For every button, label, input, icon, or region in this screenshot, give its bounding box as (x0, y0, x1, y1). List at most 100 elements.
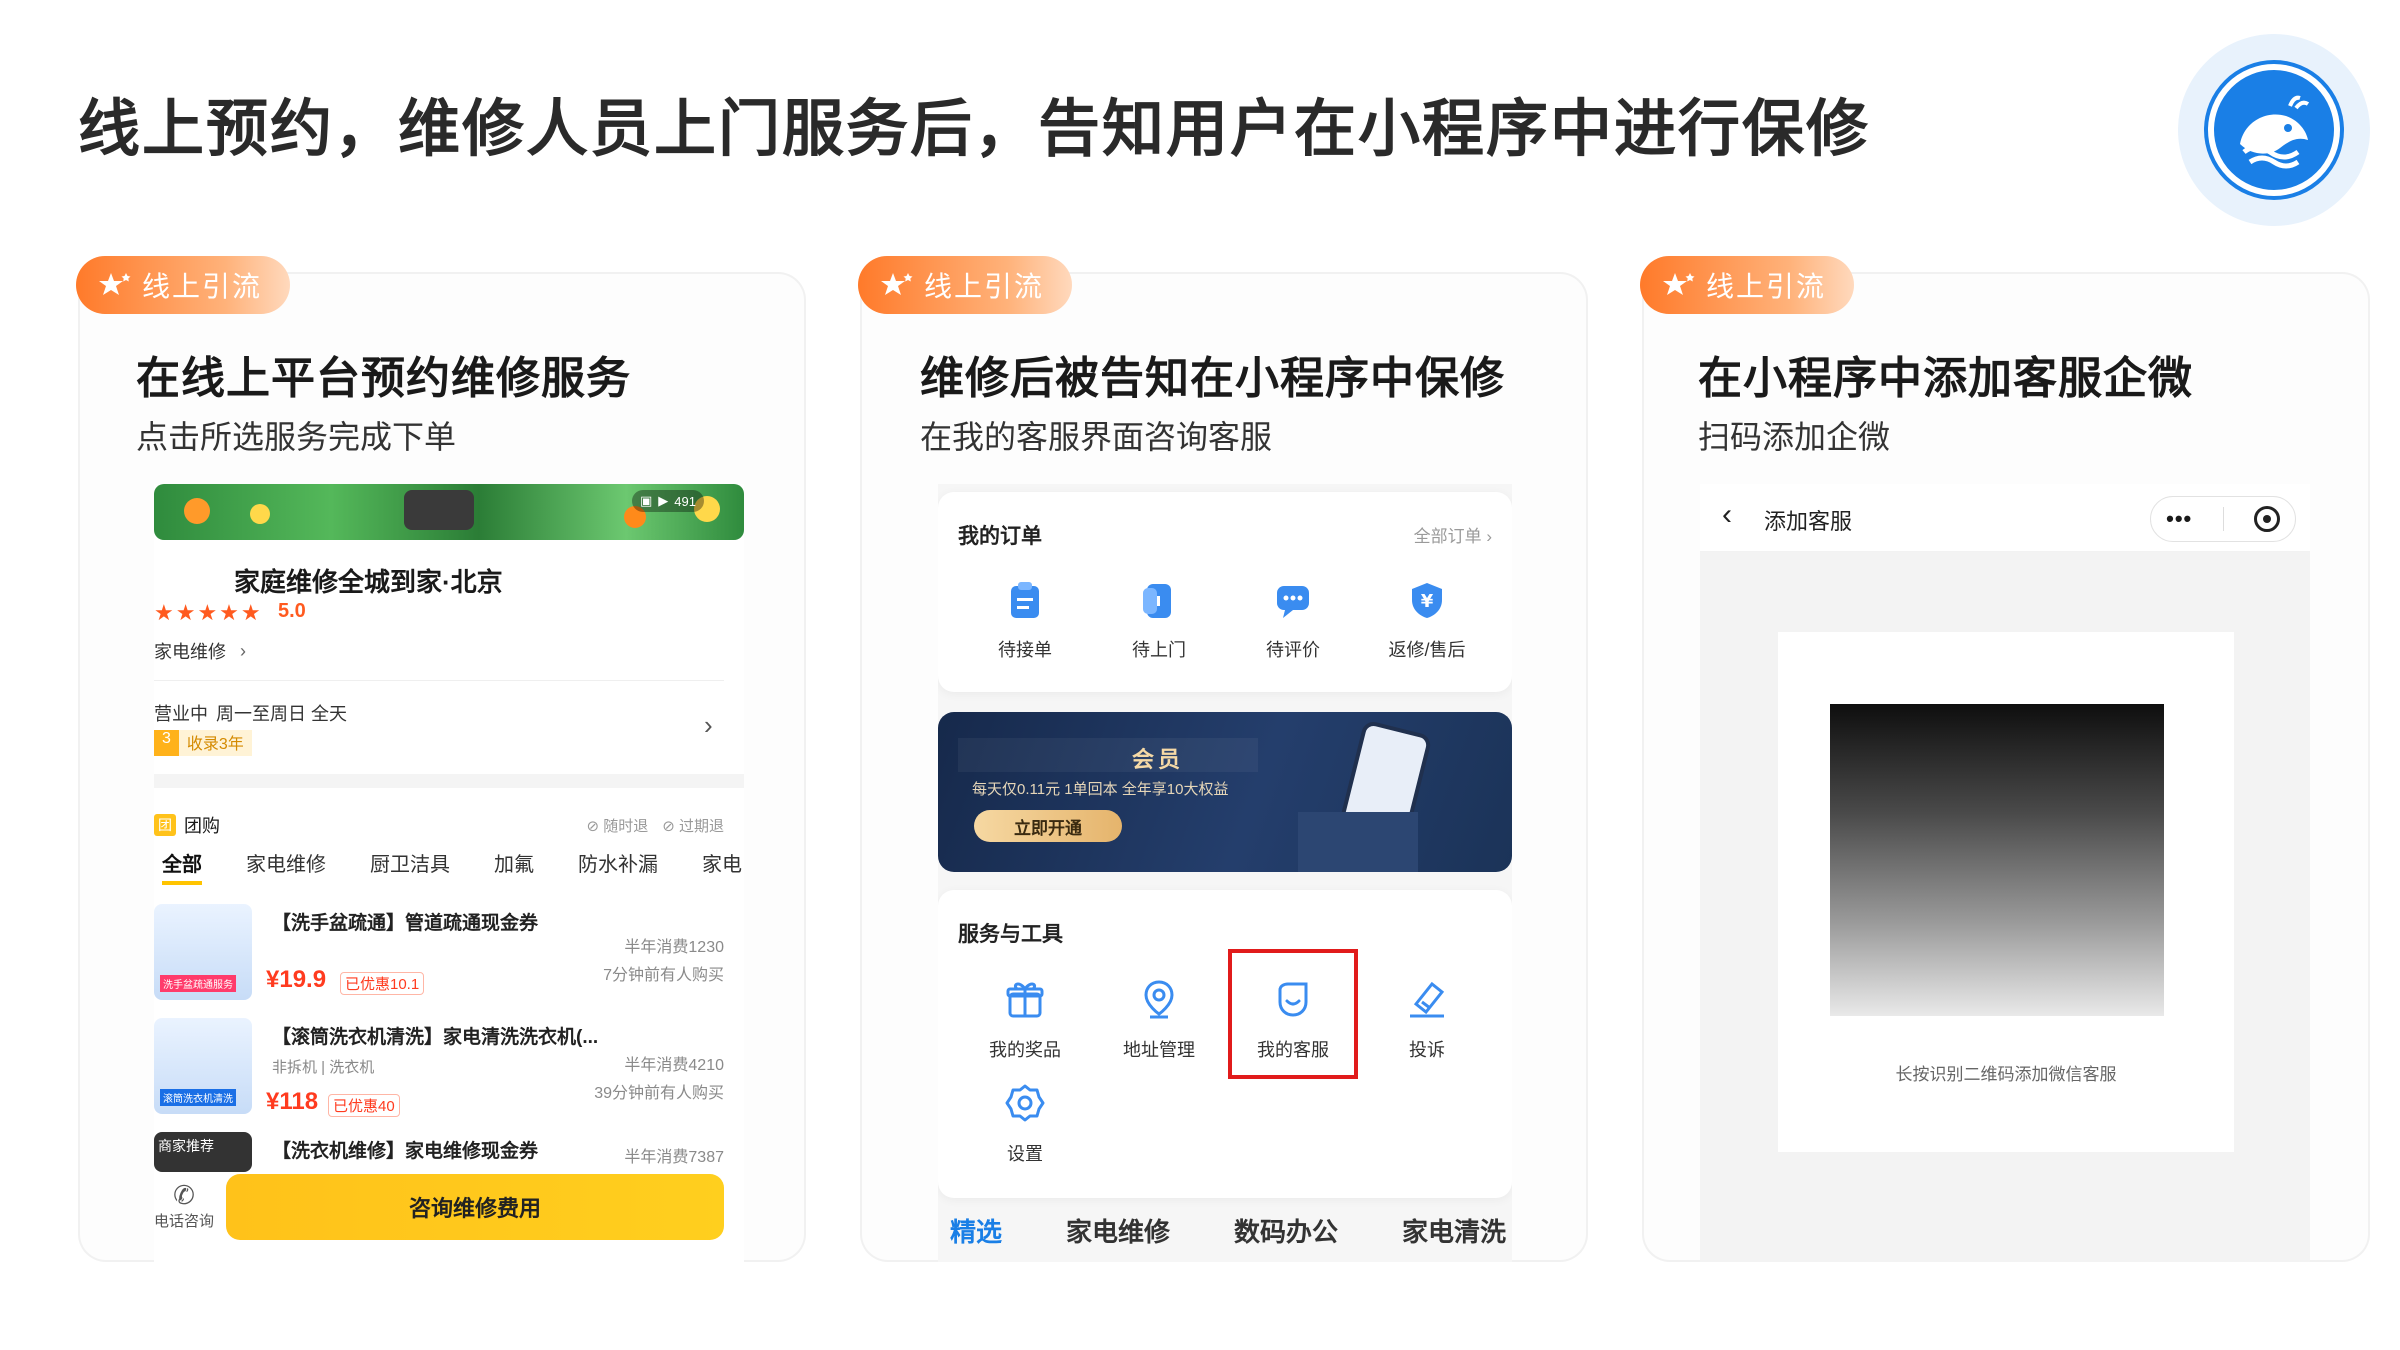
video-icon: ▶ (658, 493, 669, 508)
item-recent: 39分钟前有人购买 (594, 1085, 724, 1102)
thumbnail-label: 洗手盆疏通服务 (160, 975, 236, 992)
qr-caption: 长按识别二维码添加微信客服 (1895, 1065, 2117, 1084)
product-thumbnail: 滚筒洗衣机清洗 (154, 1018, 252, 1114)
section-divider (154, 774, 744, 788)
all-orders-link[interactable]: 全部订单 › (1414, 522, 1492, 547)
phone-consult-button[interactable]: ✆ 电话咨询 (154, 1180, 214, 1231)
order-status-label: 待接单 (998, 640, 1052, 660)
refund-expired: ⊘ 过期退 (662, 817, 724, 835)
podium-image (1298, 812, 1418, 872)
image-icon: ▣ (640, 493, 653, 508)
rating-stars: ★★★★★ (154, 600, 263, 625)
vip-activate-button[interactable]: 立即开通 (974, 810, 1122, 842)
qr-page-body: 长按识别二维码添加微信客服 (1700, 552, 2310, 1262)
clipboard-icon (1011, 582, 1039, 618)
tool-label: 地址管理 (1123, 1040, 1195, 1060)
tab-appliance-repair[interactable]: 家电维修 (1066, 1212, 1170, 1249)
services-tools-panel: 服务与工具 我的奖品 地址管理 我的客服 投诉 设置 (938, 890, 1512, 1198)
gift-icon (1006, 982, 1044, 1018)
highlight-frame (1228, 949, 1358, 1079)
order-status-grid: 待接单 待上门 待评价 ¥ 返修/售后 (958, 580, 1512, 662)
tab-featured[interactable]: 精选 (950, 1212, 1002, 1249)
tag-badge: 线上引流 (858, 256, 1073, 314)
item-sales: 半年消费7387 (624, 1149, 724, 1166)
media-count-badge: ▣ ▶ 491 (632, 490, 704, 512)
tool-my-prizes[interactable]: 我的奖品 (958, 978, 1092, 1062)
list-item[interactable]: 滚筒洗衣机清洗 【滚筒洗衣机清洗】家电清洗洗衣机(... 非拆机 | 洗衣机 ¥… (154, 1018, 724, 1122)
svg-text:¥: ¥ (1421, 591, 1434, 612)
order-pending-visit[interactable]: 待上门 (1092, 580, 1226, 662)
list-item[interactable]: 洗手盆疏通服务 【洗手盆疏通】管道疏通现金券 ¥19.9 已优惠10.1 半年消… (154, 904, 724, 1008)
tab-waterproof[interactable]: 防水补漏 (578, 848, 658, 885)
tab-appliance[interactable]: 家电 (702, 848, 742, 885)
item-meta: 半年消费1230 7分钟前有人购买 (603, 934, 724, 990)
phone-consult-label: 电话咨询 (154, 1213, 215, 1230)
settings-icon (1005, 1084, 1045, 1122)
order-status-label: 返修/售后 (1388, 640, 1466, 660)
card-title: 在小程序中添加客服企微 (1698, 354, 2193, 403)
close-miniprogram-icon[interactable] (2253, 506, 2280, 532)
orders-title: 我的订单 (958, 525, 1042, 548)
thumbnail-label: 商家推荐 (158, 1138, 214, 1154)
mini-program-nav-bar: ‹ 添加客服 ••• (1700, 484, 2310, 552)
tab-all[interactable]: 全部 (162, 848, 202, 885)
hours-text: 周一至周日 全天 (216, 704, 348, 724)
bottom-category-tabs: 精选 家电维修 数码办公 家电清洗 (950, 1212, 1506, 1249)
capsule-menu: ••• (2150, 496, 2296, 542)
item-discount: 已优惠40 (328, 1094, 400, 1117)
category-tabs: 全部 家电维修 厨卫洁具 加氟 防水补漏 家电 (162, 848, 742, 885)
chevron-right-icon[interactable]: › (704, 710, 713, 741)
phone-screen-profile: 我的订单 全部订单 › 待接单 待上门 待评价 ¥ 返修/售后 会员 每天仅0.… (938, 484, 1512, 1262)
category-link[interactable]: 家电维修 › (154, 638, 246, 664)
chevron-right-icon: › (240, 640, 246, 661)
store-banner[interactable]: ▣ ▶ 491 (154, 484, 744, 540)
whale-logo-icon (2208, 64, 2340, 196)
location-icon (1144, 980, 1174, 1019)
consult-repair-fee-button[interactable]: 咨询维修费用 (226, 1174, 724, 1240)
tool-settings[interactable]: 设置 (958, 1082, 1092, 1166)
order-pending-review[interactable]: 待评价 (1226, 580, 1360, 662)
tag-badge: 线上引流 (1640, 256, 1855, 314)
tag-badge: 线上引流 (76, 256, 291, 314)
tab-refrigerant[interactable]: 加氟 (494, 848, 534, 885)
years-badge-text: 收录3年 (178, 730, 252, 756)
item-title: 【洗衣机维修】家电维修现金券 (272, 1141, 539, 1162)
star-icon (881, 273, 913, 295)
group-buy-header: 团 团购 ⊘ 随时退 ⊘ 过期退 (154, 812, 724, 838)
item-recent: 7分钟前有人购买 (603, 967, 724, 984)
item-sales: 半年消费1230 (624, 939, 724, 956)
thumbnail-label: 滚筒洗衣机清洗 (160, 1089, 236, 1106)
tab-appliance-cleaning[interactable]: 家电清洗 (1402, 1212, 1506, 1249)
order-after-sale[interactable]: ¥ 返修/售后 (1360, 580, 1494, 662)
tool-address-management[interactable]: 地址管理 (1092, 978, 1226, 1062)
group-buy-icon: 团 (154, 814, 176, 836)
order-status-label: 待上门 (1132, 640, 1186, 660)
tool-complaint[interactable]: 投诉 (1360, 978, 1494, 1062)
business-hours[interactable]: 营业中 周一至周日 全天 (154, 700, 347, 726)
card-warranty-notice: 线上引流 维修后被告知在小程序中保修 在我的客服界面咨询客服 我的订单 全部订单… (858, 256, 1588, 1262)
yen-shield-icon: ¥ (1412, 583, 1442, 618)
tool-label: 投诉 (1409, 1040, 1445, 1060)
tool-label: 我的奖品 (989, 1040, 1061, 1060)
item-meta: 半年消费4210 39分钟前有人购买 (594, 1052, 724, 1108)
item-sales: 半年消费4210 (624, 1057, 724, 1074)
tab-digital-office[interactable]: 数码办公 (1234, 1212, 1338, 1249)
order-pending-accept[interactable]: 待接单 (958, 580, 1092, 662)
card-subtitle: 点击所选服务完成下单 (136, 419, 457, 455)
vip-banner[interactable]: 会员 每天仅0.11元 1单回本 全年享10大权益 立即开通 (938, 712, 1512, 872)
tab-appliance-repair[interactable]: 家电维修 (246, 848, 326, 885)
tools-title: 服务与工具 (958, 923, 1063, 946)
card-title: 在线上平台预约维修服务 (136, 354, 631, 403)
slide: 线上预约，维修人员上门服务后，告知用户在小程序中进行保修 线上引流 在线上平台预… (0, 0, 2400, 1350)
vip-title: 会员 (1132, 747, 1185, 772)
tab-kitchen-bath[interactable]: 厨卫洁具 (370, 848, 450, 885)
wecom-qr-code[interactable] (1830, 704, 2164, 1016)
more-icon[interactable]: ••• (2166, 506, 2192, 532)
rating-value: 5.0 (278, 600, 306, 622)
back-icon[interactable]: ‹ (1722, 498, 1732, 532)
item-subtitle: 非拆机 | 洗衣机 (272, 1059, 375, 1076)
item-price: ¥19.9 (266, 966, 327, 993)
qr-card: 长按识别二维码添加微信客服 (1778, 632, 2234, 1152)
store-name: 家庭维修全城到家·北京 (234, 567, 503, 597)
item-meta: 半年消费7387 (624, 1144, 724, 1172)
